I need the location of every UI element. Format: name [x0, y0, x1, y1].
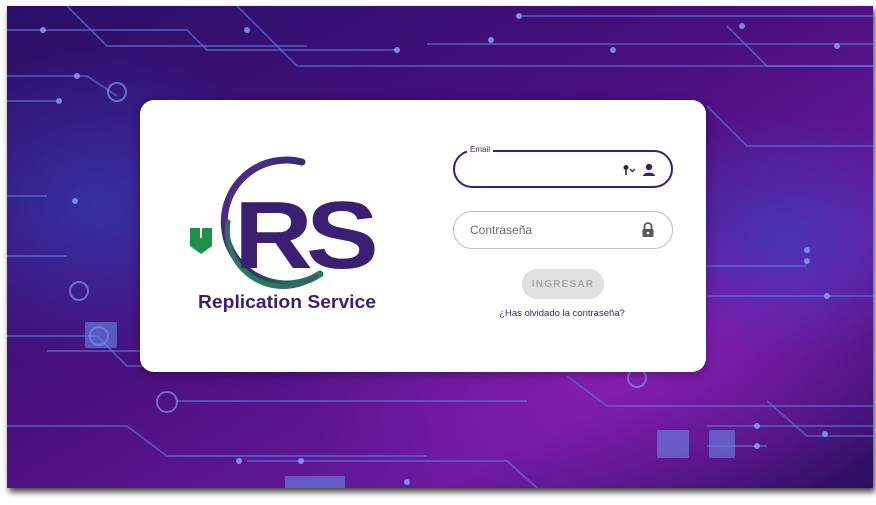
logo-text: Replication Service [198, 292, 376, 312]
password-field [453, 211, 673, 249]
replication-service-logo: RS Replication Service [190, 156, 381, 312]
forgot-password-link[interactable]: ¿Has olvidado la contraseña? [482, 308, 642, 319]
login-card: RS Replication Service Email INGRESAR ¿H… [140, 100, 706, 372]
person-icon [643, 163, 655, 176]
key-dropdown-icon[interactable] [623, 164, 637, 176]
email-field: Email [453, 144, 673, 188]
logo-letters: RS [234, 182, 375, 289]
login-screen: RS Replication Service Email INGRESAR ¿H… [7, 6, 873, 488]
login-button[interactable]: INGRESAR [522, 269, 604, 299]
password-input[interactable] [470, 212, 620, 248]
lock-icon [642, 222, 654, 237]
email-input[interactable] [471, 152, 621, 186]
